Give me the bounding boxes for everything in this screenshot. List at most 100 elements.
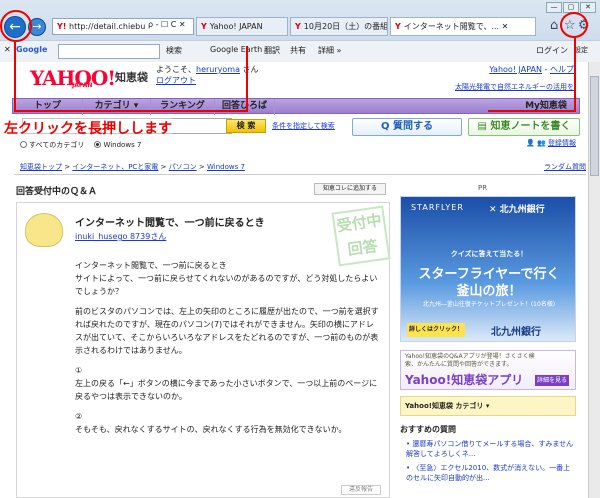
welcome-text: ようこそ、heruryoma さん ログアウト (156, 65, 259, 85)
annotation-arrow (488, 110, 576, 112)
note-icon: ▤ (477, 121, 491, 132)
site-favicon-icon: Y! (57, 22, 67, 31)
yahoo-tab-icon: Y (295, 22, 301, 31)
tab-yahoo-japan[interactable]: Y Yahoo! JAPAN (196, 17, 288, 36)
report-violation-button[interactable]: 違反報告 (341, 485, 381, 495)
question-box: インターネット閲覧で、一つ前に戻るとき inuki_husego 8739さん … (16, 202, 391, 498)
site-header: YAHOO! JAPAN 知恵袋 ようこそ、heruryoma さん ログアウト… (8, 62, 588, 96)
radio-windows7[interactable]: Windows 7 (94, 141, 141, 149)
tab-tv-program[interactable]: Y10月20日（土）の番組表[... (290, 17, 388, 36)
advanced-search-link[interactable]: 条件を指定して検索 (272, 121, 335, 131)
recommended-title: おすすめの質問 (400, 425, 456, 434)
divider (14, 174, 586, 175)
vertical-scrollbar[interactable] (588, 62, 600, 498)
question-user-link[interactable]: inuki_husego 8739さん (75, 231, 166, 242)
ad-bank: ✕ 北九州銀行 (489, 205, 545, 215)
yahoo-tab-icon: Y (395, 22, 401, 31)
help-link[interactable]: ヘルプ (550, 65, 574, 74)
radio-icon (20, 141, 27, 148)
nav-category[interactable]: カテゴリ ▾ (83, 99, 151, 115)
recommended-item[interactable]: • 〈至急〉エクセル2010、数式が消えない。一番上のセルに矢印自動的が出... (400, 463, 576, 483)
minimize-button[interactable]: — (546, 2, 562, 13)
radio-all-categories[interactable]: すべてのカテゴリ (20, 141, 84, 149)
question-point: ① 左上の戻る「←」ボタンの横に今まであった小さいボタンで、一つ以上前のページに戻… (75, 366, 378, 401)
logout-link[interactable]: ログアウト (156, 76, 196, 85)
maximize-button[interactable]: ▢ (563, 2, 579, 13)
username-link[interactable]: heruryoma (196, 65, 240, 74)
user-icon-2[interactable]: 👥 (537, 139, 546, 147)
open-stamp: 受付中 回答 (331, 205, 391, 267)
app-detail-button[interactable]: 詳細を見る (535, 375, 569, 386)
address-text: http://detail.chiebuk... (69, 22, 158, 31)
annotation-arrow (246, 46, 248, 112)
user-icon[interactable]: 👤 (526, 139, 535, 147)
yahoo-tab-icon: Y (201, 22, 207, 31)
register-info-link[interactable]: 登録情報 (548, 139, 576, 147)
app-ad-text: Yahoo!知恵袋のQ&Aアプリが登場！さくさく検索、かんたんに質問や回答ができ… (405, 353, 535, 368)
login-button[interactable]: ログイン (536, 45, 568, 56)
yahoo-japan-link[interactable]: Yahoo! JAPAN (489, 65, 542, 74)
annotation-arrow (14, 110, 246, 112)
favorites-star-icon[interactable]: ☆ (564, 18, 576, 33)
home-icon[interactable]: ⌂ (550, 18, 558, 33)
forward-arrow-icon: → (32, 20, 42, 33)
search-button[interactable]: 検 索 (226, 119, 266, 133)
back-button[interactable]: ← (4, 16, 26, 38)
radio-selected-icon (94, 141, 102, 148)
annotation-arrow (574, 38, 576, 110)
mascot-avatar (25, 213, 63, 247)
web-page: YAHOO! JAPAN 知恵袋 ようこそ、heruryoma さん ログアウト… (0, 62, 600, 498)
tab-close-icon[interactable]: ✕ (502, 22, 509, 31)
instruction-annotation: 左クリックを長押しします (4, 118, 172, 138)
nav-my-chiebukuro[interactable]: My知恵袋 (511, 99, 581, 115)
random-question-link[interactable]: ランダム質問 (544, 162, 586, 172)
question-point: ② そもそも、戻れなくするサイトの、戻れなくする行為を無効化できないか。 (75, 412, 347, 434)
breadcrumb-internet[interactable]: インターネット、PCと家電 (72, 163, 158, 171)
google-toolbar: ✕ Google 検索 Google Earth 翻訳 共有 詳細 » ログイン… (0, 40, 600, 62)
nav-row: ← → Y! http://detail.chiebuk... ρ - ☐ C … (2, 14, 598, 40)
settings-button[interactable]: 設定 (574, 45, 588, 55)
ad-headline-2: 釜山の旅！ (456, 284, 522, 299)
share-button[interactable]: 共有 (290, 45, 306, 56)
tab-current-question[interactable]: Y インターネット閲覧で、... ✕ (390, 17, 536, 36)
breadcrumb-pc[interactable]: パソコン (169, 163, 197, 171)
starflyer-ad[interactable]: STARFLYER ✕ 北九州銀行 クイズに答えて当たる！ スターフライヤーで行… (400, 196, 576, 342)
ad-brand: STARFLYER (411, 203, 464, 212)
write-note-button[interactable]: ▤ 知恵ノートを書く (468, 118, 580, 136)
app-ad[interactable]: Yahoo!知恵袋のQ&Aアプリが登場！さくさく検索、かんたんに質問や回答ができ… (400, 350, 576, 390)
recommended-item[interactable]: • 還暦寿パソコン借りてメールする場合、すみません解答してよろしくネ... (400, 439, 576, 459)
nav-ranking[interactable]: ランキング (151, 99, 215, 115)
pr-label: PR (478, 184, 488, 192)
question-paragraph: 前のビスタのパソコンでは、左上の矢印のところに履歴が出たので、一つ前を選択すれば… (75, 307, 379, 355)
toolbar-close-icon[interactable]: ✕ (4, 45, 11, 54)
ask-question-button[interactable]: Q 質問する (352, 118, 462, 136)
ad-bank-logo: 北九州銀行 (491, 327, 541, 338)
close-window-button[interactable]: ✕ (580, 2, 596, 13)
scrollbar-thumb[interactable] (590, 76, 599, 176)
question-icon: Q (381, 121, 393, 132)
google-earth-button[interactable]: Google Earth (210, 45, 262, 54)
breadcrumb-top[interactable]: 知恵袋トップ (20, 163, 62, 171)
breadcrumb-windows7[interactable]: Windows 7 (207, 163, 245, 171)
breadcrumb: 知恵袋トップ > インターネット、PCと家電 > パソコン > Windows … (20, 163, 245, 171)
google-logo: Google (16, 45, 48, 54)
detail-button[interactable]: 詳細 » (318, 45, 341, 56)
gear-icon[interactable]: ⚙ (578, 18, 590, 33)
solar-pr-link[interactable]: 太陽光発電で自然エネルギーの活用を (455, 82, 574, 92)
question-body: インターネット閲覧で、一つ前に戻るとき サイトによって、一つ前に戻らせてくれないの… (75, 259, 381, 443)
app-ad-title: Yahoo!知恵袋アプリ (405, 373, 524, 387)
ad-click-button[interactable]: 詳しくはクリック！ (407, 323, 465, 337)
service-name: 知恵袋 (115, 71, 148, 84)
toolbar-search-button[interactable]: 検索 (166, 45, 182, 56)
question-line: インターネット閲覧で、一つ前に戻るとき サイトによって、一つ前に戻らせてくれないの… (75, 261, 378, 296)
google-search-input[interactable] (58, 44, 160, 59)
add-to-collection-button[interactable]: 知恵コレに追加する (314, 183, 386, 195)
translate-button[interactable]: 翻訳 (264, 45, 280, 56)
category-box[interactable]: Yahoo!知恵袋 カテゴリ ▾ (400, 396, 576, 416)
forward-button[interactable]: → (28, 18, 46, 36)
ad-quiz: クイズに答えて当たる！ (450, 250, 528, 258)
nav-answer-plaza[interactable]: 回答ひろば (215, 99, 275, 115)
question-title: インターネット閲覧で、一つ前に戻るとき (75, 218, 265, 229)
nav-top[interactable]: トップ (13, 99, 83, 115)
address-icons[interactable]: ρ - ☐ C ✕ (146, 20, 188, 29)
